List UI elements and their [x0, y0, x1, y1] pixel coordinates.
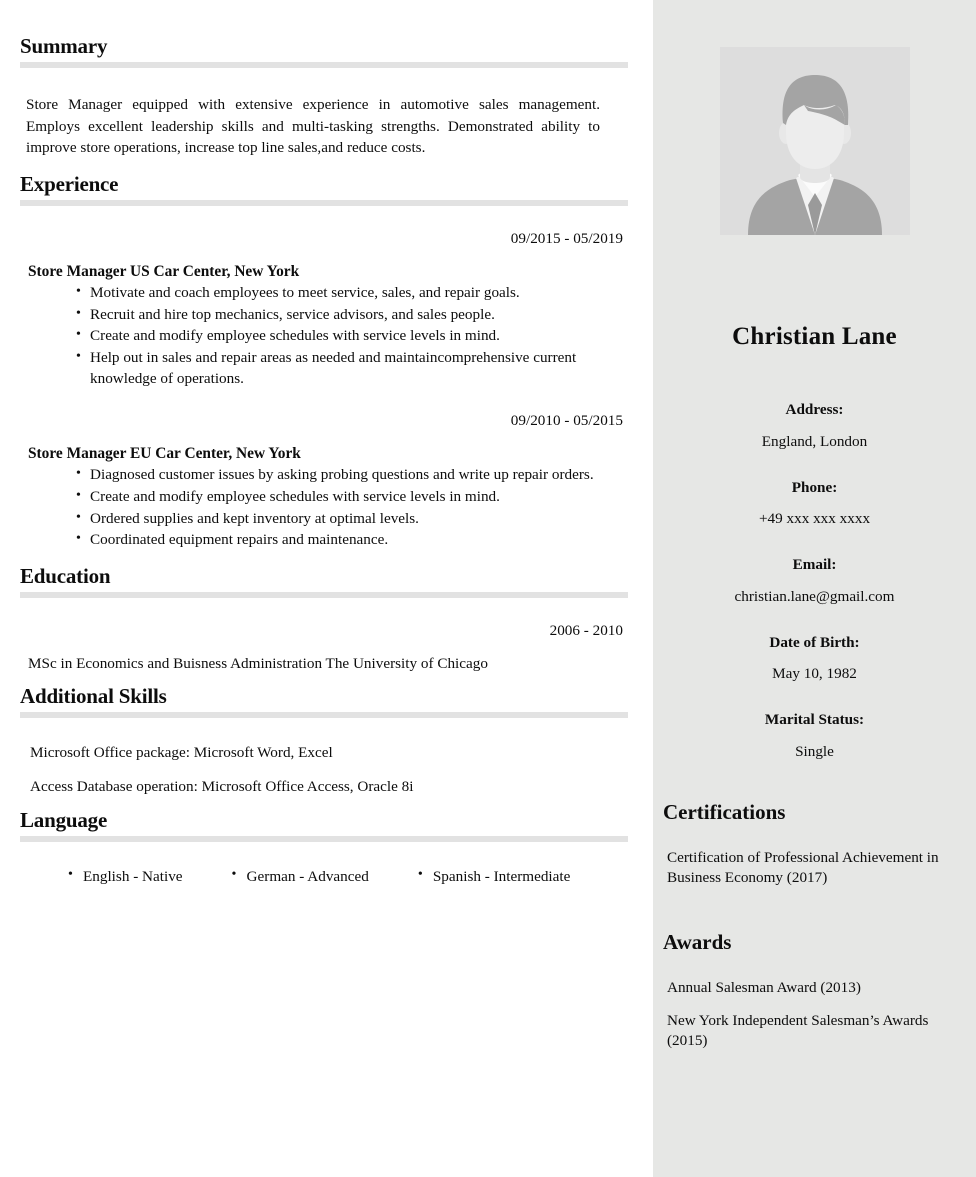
list-item: Create and modify employee schedules wit… — [76, 486, 628, 508]
list-item: Coordinated equipment repairs and mainte… — [76, 529, 628, 551]
summary-text: Store Manager equipped with extensive ex… — [26, 96, 600, 157]
section-education: Education 2006 - 2010 MSc in Economics a… — [0, 552, 653, 673]
contact-field-email: Email: christian.lane@gmail.com — [653, 555, 976, 607]
certifications-heading: Certifications — [663, 799, 786, 824]
profile-photo-placeholder — [719, 47, 910, 235]
field-label: Phone: — [791, 478, 838, 496]
job-title: Store Manager US Car Center, New York — [28, 263, 300, 281]
list-item: Ordered supplies and kept inventory at o… — [76, 508, 628, 530]
job-bullets: Diagnosed customer issues by asking prob… — [20, 464, 628, 551]
job-dates: 09/2015 - 05/2019 — [510, 230, 623, 248]
person-silhouette-icon — [719, 47, 910, 235]
field-label: Marital Status: — [764, 711, 865, 728]
section-summary: Summary Store Manager equipped with exte… — [0, 0, 653, 159]
main-column: Summary Store Manager equipped with exte… — [0, 0, 653, 1177]
awards-heading: Awards — [663, 929, 732, 954]
experience-job: 09/2015 - 05/2019 Store Manager US Car C… — [20, 230, 628, 389]
field-label: Email: — [792, 556, 837, 573]
section-certifications: Certifications Certification of Professi… — [653, 800, 976, 888]
award-item: New York Independent Salesman’s Awards (… — [667, 1011, 929, 1050]
contact-field-marital-status: Marital Status: Single — [653, 710, 976, 762]
contact-field-phone: Phone: +49 xxx xxx xxxx — [653, 478, 976, 530]
section-additional-skills: Additional Skills Microsoft Office packa… — [0, 673, 653, 796]
field-label: Address: — [785, 401, 844, 418]
job-dates: 09/2010 - 05/2015 — [510, 412, 623, 430]
experience-heading: Experience — [20, 171, 119, 196]
contact-field-date-of-birth: Date of Birth: May 10, 1982 — [653, 633, 976, 685]
summary-heading: Summary — [20, 34, 108, 58]
list-item: Diagnosed customer issues by asking prob… — [76, 464, 628, 486]
skill-item: Access Database operation: Microsoft Off… — [30, 778, 414, 796]
language-item: German - Advanced — [232, 867, 369, 886]
field-label: Date of Birth: — [769, 633, 860, 651]
list-item: Create and modify employee schedules wit… — [76, 325, 628, 347]
education-dates: 2006 - 2010 — [549, 622, 623, 640]
award-item: Annual Salesman Award (2013) — [667, 978, 861, 996]
language-item: Spanish - Intermediate — [418, 867, 571, 886]
language-item: English - Native — [68, 867, 183, 886]
list-item: Recruit and hire top mechanics, service … — [76, 304, 628, 326]
contact-field-address: Address: England, London — [653, 400, 976, 452]
field-value: Single — [795, 742, 834, 760]
job-title: Store Manager EU Car Center, New York — [28, 445, 301, 463]
section-experience: Experience 09/2015 - 05/2019 Store Manag… — [0, 159, 653, 551]
field-value: +49 xxx xxx xxxx — [758, 510, 871, 528]
list-item: Motivate and coach employees to meet ser… — [76, 282, 628, 304]
sidebar-column: Christian Lane Address: England, London … — [653, 0, 976, 1177]
language-heading: Language — [20, 808, 108, 833]
photo-container — [653, 0, 976, 235]
person-name: Christian Lane — [732, 323, 897, 350]
section-awards: Awards Annual Salesman Award (2013) New … — [653, 930, 976, 1051]
education-degree: MSc in Economics and Buisness Administra… — [28, 655, 488, 673]
field-value: England, London — [761, 432, 868, 450]
additional-skills-heading: Additional Skills — [20, 684, 167, 709]
resume-page: Summary Store Manager equipped with exte… — [0, 0, 976, 1177]
education-heading: Education — [20, 564, 111, 589]
language-list: English - Native German - Advanced Spani… — [20, 867, 628, 886]
list-item: Help out in sales and repair areas as ne… — [76, 347, 628, 389]
experience-job: 09/2010 - 05/2015 Store Manager EU Car C… — [20, 412, 628, 551]
section-language: Language English - Native German - Advan… — [0, 796, 653, 886]
field-value: May 10, 1982 — [772, 665, 857, 683]
field-value: christian.lane@gmail.com — [734, 587, 895, 605]
certification-item: Certification of Professional Achievemen… — [667, 848, 939, 886]
skill-item: Microsoft Office package: Microsoft Word… — [30, 744, 333, 762]
job-bullets: Motivate and coach employees to meet ser… — [20, 282, 628, 389]
